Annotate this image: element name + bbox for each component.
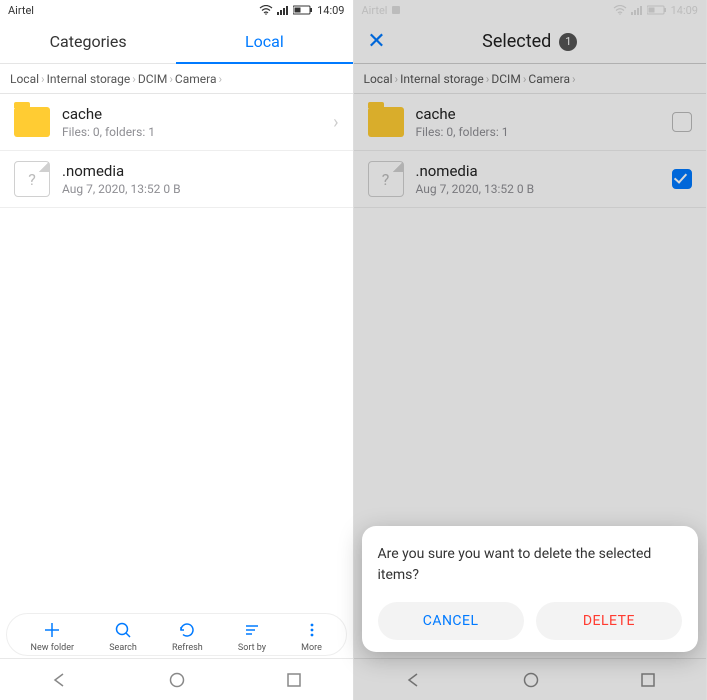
back-button[interactable] bbox=[50, 671, 68, 689]
crumb-local[interactable]: Local bbox=[364, 72, 393, 86]
status-bar: Airtel 14:09 bbox=[0, 0, 353, 20]
item-meta: Aug 7, 2020, 13:52 0 B bbox=[416, 182, 661, 196]
system-nav bbox=[354, 658, 707, 700]
signal-icon bbox=[277, 5, 289, 15]
carrier-label: Airtel bbox=[362, 4, 388, 17]
crumb-dcim[interactable]: DCIM bbox=[138, 72, 167, 86]
chevron-right-icon: › bbox=[486, 72, 490, 86]
crumb-local[interactable]: Local bbox=[10, 72, 39, 86]
selection-count-badge: 1 bbox=[559, 33, 577, 51]
plus-icon bbox=[43, 620, 61, 640]
tool-label: New folder bbox=[31, 643, 75, 653]
breadcrumb: Local› Internal storage› DCIM› Camera› bbox=[0, 64, 353, 94]
signal-icon bbox=[631, 5, 643, 15]
tool-label: More bbox=[301, 643, 322, 653]
item-name: cache bbox=[416, 105, 661, 123]
sort-button[interactable]: Sort by bbox=[238, 620, 266, 653]
recent-button[interactable] bbox=[286, 672, 302, 688]
item-name: .nomedia bbox=[416, 162, 661, 180]
battery-icon bbox=[293, 5, 313, 15]
bottom-toolbar: New folder Search Refresh Sort by More bbox=[6, 613, 347, 656]
selection-header: ✕ Selected 1 bbox=[354, 20, 707, 64]
checkbox-checked[interactable] bbox=[672, 169, 692, 189]
selection-title: Selected bbox=[482, 31, 551, 52]
crumb-internal[interactable]: Internal storage bbox=[47, 72, 131, 86]
recent-button[interactable] bbox=[640, 672, 656, 688]
top-tabs: Categories Local bbox=[0, 20, 353, 64]
chevron-right-icon: › bbox=[132, 72, 136, 86]
more-button[interactable]: More bbox=[301, 620, 322, 653]
clock: 14:09 bbox=[671, 4, 698, 17]
crumb-dcim[interactable]: DCIM bbox=[491, 72, 520, 86]
item-name: cache bbox=[62, 105, 321, 123]
unknown-file-icon: ? bbox=[368, 161, 404, 197]
selection-pane: Airtel 14:09 ✕ Selected 1 Local› Interna… bbox=[354, 0, 707, 700]
chevron-right-icon: › bbox=[41, 72, 45, 86]
more-icon bbox=[303, 620, 321, 640]
home-button[interactable] bbox=[522, 671, 540, 689]
cancel-button[interactable]: CANCEL bbox=[378, 602, 524, 640]
chevron-right-icon: › bbox=[523, 72, 527, 86]
tool-label: Search bbox=[109, 643, 137, 653]
tool-label: Sort by bbox=[238, 643, 266, 653]
item-meta: Files: 0, folders: 1 bbox=[62, 125, 321, 139]
list-item-folder[interactable]: cache Files: 0, folders: 1 bbox=[354, 94, 707, 151]
unknown-file-icon: ? bbox=[14, 161, 50, 197]
chevron-right-icon: › bbox=[169, 72, 173, 86]
file-browser-pane: Airtel 14:09 Categories Local Local› Int… bbox=[0, 0, 354, 700]
system-nav bbox=[0, 658, 353, 700]
file-list: cache Files: 0, folders: 1 › ? .nomedia … bbox=[0, 94, 353, 613]
breadcrumb: Local› Internal storage› DCIM› Camera› bbox=[354, 64, 707, 94]
crumb-internal[interactable]: Internal storage bbox=[400, 72, 484, 86]
sim-icon bbox=[391, 5, 401, 15]
tab-local[interactable]: Local bbox=[176, 20, 352, 63]
tab-categories[interactable]: Categories bbox=[0, 20, 176, 63]
crumb-camera[interactable]: Camera bbox=[175, 72, 217, 86]
clock: 14:09 bbox=[317, 4, 344, 17]
chevron-right-icon: › bbox=[219, 72, 223, 86]
list-item-folder[interactable]: cache Files: 0, folders: 1 › bbox=[0, 94, 353, 151]
list-item-file[interactable]: ? .nomedia Aug 7, 2020, 13:52 0 B bbox=[0, 151, 353, 208]
home-button[interactable] bbox=[168, 671, 186, 689]
item-meta: Aug 7, 2020, 13:52 0 B bbox=[62, 182, 339, 196]
wifi-icon bbox=[259, 5, 273, 15]
battery-icon bbox=[647, 5, 667, 15]
refresh-icon bbox=[178, 620, 196, 640]
delete-button[interactable]: DELETE bbox=[536, 602, 682, 640]
item-name: .nomedia bbox=[62, 162, 339, 180]
item-meta: Files: 0, folders: 1 bbox=[416, 125, 661, 139]
folder-icon bbox=[368, 107, 404, 137]
status-indicators: 14:09 bbox=[613, 4, 698, 17]
status-bar: Airtel 14:09 bbox=[354, 0, 707, 20]
carrier-label: Airtel bbox=[8, 4, 34, 17]
back-button[interactable] bbox=[404, 671, 422, 689]
search-button[interactable]: Search bbox=[109, 620, 137, 653]
folder-icon bbox=[14, 107, 50, 137]
wifi-icon bbox=[613, 5, 627, 15]
status-indicators: 14:09 bbox=[259, 4, 344, 17]
list-item-file[interactable]: ? .nomedia Aug 7, 2020, 13:52 0 B bbox=[354, 151, 707, 208]
chevron-right-icon: › bbox=[333, 112, 338, 133]
crumb-camera[interactable]: Camera bbox=[528, 72, 570, 86]
new-folder-button[interactable]: New folder bbox=[31, 620, 75, 653]
sort-icon bbox=[243, 620, 261, 640]
checkbox[interactable] bbox=[672, 112, 692, 132]
chevron-right-icon: › bbox=[572, 72, 576, 86]
tool-label: Refresh bbox=[172, 643, 203, 653]
refresh-button[interactable]: Refresh bbox=[172, 620, 203, 653]
delete-confirm-dialog: Are you sure you want to delete the sele… bbox=[362, 526, 699, 652]
close-icon[interactable]: ✕ bbox=[366, 29, 388, 54]
chevron-right-icon: › bbox=[395, 72, 399, 86]
search-icon bbox=[114, 620, 132, 640]
dialog-message: Are you sure you want to delete the sele… bbox=[378, 544, 683, 586]
